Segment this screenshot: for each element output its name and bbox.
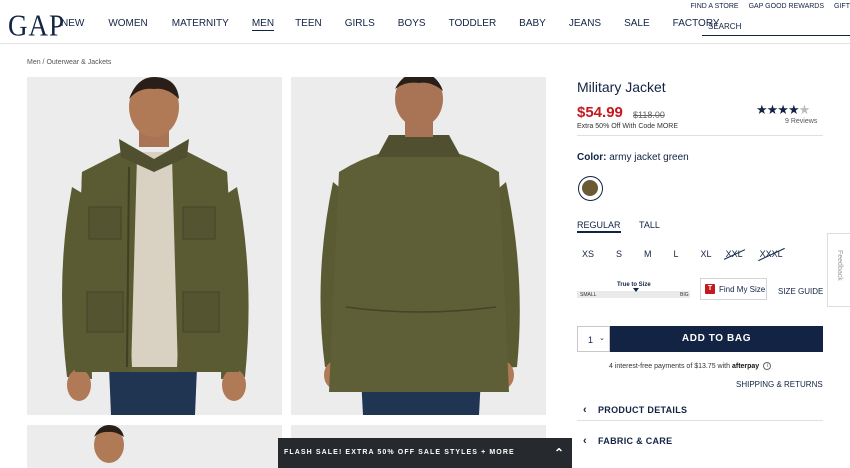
color-label: Color: army jacket green <box>577 152 689 163</box>
sale-price: $54.99 <box>577 104 623 121</box>
size-m[interactable]: M <box>644 249 652 259</box>
divider <box>577 135 823 136</box>
accordion-label: FABRIC & CARE <box>598 436 673 446</box>
nav-sale[interactable]: SALE <box>624 18 650 31</box>
promo-text: Extra 50% Off With Code MORE <box>577 123 679 130</box>
utility-links: FIND A STORE GAP GOOD REWARDS GIFT <box>690 3 850 10</box>
feedback-tab[interactable]: Feedback <box>827 233 850 307</box>
star-rating[interactable]: ★★★★★ <box>756 102 811 118</box>
breadcrumb[interactable]: Men / Outerwear & Jackets <box>27 59 111 66</box>
jacket-front-photo <box>27 77 282 415</box>
size-selector: XS S M L XL XXL XXXL <box>582 249 783 259</box>
reviews-link[interactable]: 9 Reviews <box>785 118 817 125</box>
add-to-bag-button[interactable]: ADD TO BAG <box>610 326 823 352</box>
feedback-label: Feedback <box>836 250 843 281</box>
nav-girls[interactable]: GIRLS <box>345 18 375 31</box>
search-placeholder: SEARCH <box>708 22 742 31</box>
fit-tab-regular[interactable]: REGULAR <box>577 220 621 233</box>
nav-new[interactable]: NEW <box>61 18 84 31</box>
size-guide-link[interactable]: SIZE GUIDE <box>778 287 823 296</box>
find-my-size-label: Find My Size <box>719 285 766 294</box>
afterpay-info: 4 interest-free payments of $13.75 with … <box>609 362 772 370</box>
accordion-fabric-care[interactable]: ‹ FABRIC & CARE <box>577 430 823 452</box>
half-star-icon: ★ <box>798 102 811 117</box>
product-image-front[interactable] <box>27 77 282 415</box>
nav-maternity[interactable]: MATERNITY <box>172 18 229 31</box>
find-store-link[interactable]: FIND A STORE <box>690 3 738 10</box>
chevron-left-icon: ‹ <box>583 435 587 447</box>
quantity-value: 1 <box>588 335 594 345</box>
color-swatch[interactable] <box>578 176 603 201</box>
gap-logo[interactable]: GAP <box>8 8 65 44</box>
jacket-photo-3 <box>27 425 282 468</box>
afterpay-text: 4 interest-free payments of $13.75 with <box>609 362 731 370</box>
product-title: Military Jacket <box>577 79 666 95</box>
size-xxxl[interactable]: XXXL <box>760 249 783 259</box>
site-header: GAP NEW WOMEN MATERNITY MEN TEEN GIRLS B… <box>0 0 850 44</box>
product-image-3[interactable] <box>27 425 282 468</box>
shipping-returns-link[interactable]: SHIPPING & RETURNS <box>736 380 823 389</box>
accordion-product-details[interactable]: ‹ PRODUCT DETAILS <box>577 399 823 421</box>
chevron-down-icon: ⌄ <box>599 335 605 342</box>
size-s[interactable]: S <box>616 249 622 259</box>
chevron-up-icon[interactable]: ⌃ <box>554 446 565 460</box>
info-icon[interactable]: i <box>763 362 772 370</box>
nav-teen[interactable]: TEEN <box>295 18 322 31</box>
tape-measure-icon: T <box>705 284 715 294</box>
original-price: $118.00 <box>633 110 665 120</box>
quantity-select[interactable]: 1 ⌄ <box>577 326 610 352</box>
chevron-left-icon: ‹ <box>583 404 587 416</box>
size-xxl[interactable]: XXL <box>726 249 743 259</box>
true-to-size-marker <box>633 288 639 292</box>
tts-small-label: SMALL <box>580 292 597 298</box>
find-my-size-button[interactable]: T Find My Size <box>700 278 767 300</box>
afterpay-logo: afterpay <box>731 362 760 370</box>
nav-women[interactable]: WOMEN <box>108 18 147 31</box>
nav-jeans[interactable]: JEANS <box>569 18 601 31</box>
fit-tab-tall[interactable]: TALL <box>639 220 660 230</box>
rewards-link[interactable]: GAP GOOD REWARDS <box>749 3 824 10</box>
nav-toddler[interactable]: TODDLER <box>449 18 497 31</box>
product-image-back[interactable] <box>291 77 546 415</box>
color-label-prefix: Color: <box>577 152 607 163</box>
size-xs[interactable]: XS <box>582 249 594 259</box>
jacket-back-photo <box>291 77 546 415</box>
star-icon: ★★★★ <box>756 102 800 117</box>
gift-link[interactable]: GIFT <box>834 3 850 10</box>
color-name: army jacket green <box>609 152 689 163</box>
accordion-label: PRODUCT DETAILS <box>598 405 688 415</box>
nav-men[interactable]: MEN <box>251 18 275 31</box>
flash-sale-banner[interactable]: FLASH SALE! EXTRA 50% OFF SALE STYLES + … <box>278 438 572 468</box>
nav-boys[interactable]: BOYS <box>398 18 426 31</box>
size-l[interactable]: L <box>674 249 679 259</box>
nav-baby[interactable]: BABY <box>519 18 546 31</box>
tts-big-label: BIG <box>680 292 689 298</box>
search-input[interactable]: SEARCH <box>702 16 850 36</box>
main-nav: NEW WOMEN MATERNITY MEN TEEN GIRLS BOYS … <box>61 18 720 31</box>
flash-sale-text: FLASH SALE! EXTRA 50% OFF SALE STYLES + … <box>284 449 515 456</box>
size-xl[interactable]: XL <box>701 249 712 259</box>
